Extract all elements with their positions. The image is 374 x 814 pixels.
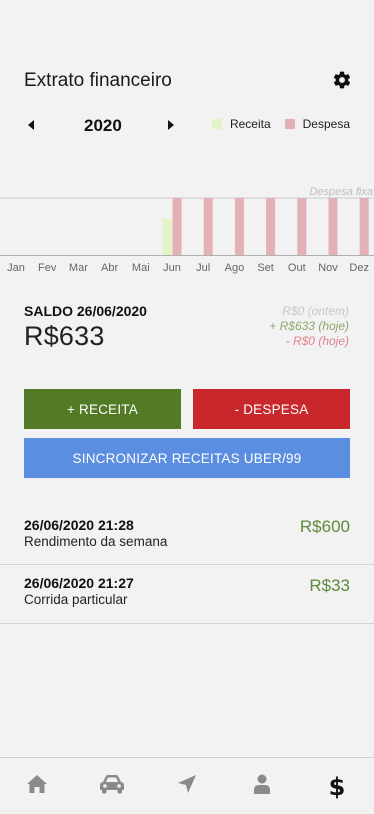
transaction-amount: R$600 bbox=[299, 517, 350, 536]
balance-block: SALDO 26/06/2020 R$633 bbox=[24, 303, 147, 352]
user-icon bbox=[253, 774, 271, 799]
nav-car[interactable] bbox=[75, 758, 149, 814]
home-icon bbox=[26, 774, 48, 799]
month-tick-label: Out bbox=[288, 262, 306, 274]
monthly-chart-svg: Despesa fixa Jan Fev Mar Abr Mai Jun Jul Ago Set O… bbox=[0, 186, 374, 274]
caret-right-icon[interactable] bbox=[164, 118, 178, 132]
income-bar bbox=[162, 218, 172, 255]
balance-label: SALDO 26/06/2020 bbox=[24, 303, 147, 319]
balance-breakdown: R$0 (ontem) + R$633 (hoje) - R$0 (hoje) bbox=[269, 304, 349, 349]
expense-bar bbox=[297, 198, 307, 255]
expense-bar bbox=[203, 198, 213, 255]
caret-left-icon[interactable] bbox=[24, 118, 38, 132]
location-arrow-icon bbox=[177, 774, 197, 799]
sync-uber-button[interactable]: SINCRONIZAR RECEITAS UBER/99 bbox=[24, 438, 350, 478]
transaction-description: Corrida particular bbox=[24, 592, 128, 607]
nav-home[interactable] bbox=[0, 758, 74, 814]
legend-income: Receita bbox=[211, 117, 271, 131]
gear-icon[interactable] bbox=[332, 70, 352, 90]
nav-navigation[interactable] bbox=[150, 758, 224, 814]
bottom-navigation: $ bbox=[0, 757, 374, 814]
month-tick-label: Mai bbox=[132, 262, 150, 274]
legend-expense: Despesa bbox=[284, 117, 350, 131]
nav-profile[interactable] bbox=[225, 758, 299, 814]
month-tick-label: Jul bbox=[196, 262, 210, 274]
month-tick-label: Jan bbox=[7, 262, 25, 274]
nav-finance[interactable]: $ bbox=[300, 758, 374, 814]
month-tick-label: Nov bbox=[318, 262, 338, 274]
expense-today: - R$0 (hoje) bbox=[285, 334, 349, 348]
page-title: Extrato financeiro bbox=[24, 70, 172, 91]
transaction-datetime: 26/06/2020 21:28 bbox=[24, 517, 134, 533]
dollar-icon: $ bbox=[328, 772, 346, 801]
transaction-item[interactable]: 26/06/2020 21:27 Corrida particular R$33 bbox=[0, 564, 374, 624]
expense-bar bbox=[172, 198, 182, 255]
transaction-datetime: 26/06/2020 21:27 bbox=[24, 575, 134, 591]
year-navigator: 2020 bbox=[24, 114, 184, 136]
balance-value: R$633 bbox=[24, 321, 105, 351]
car-icon bbox=[98, 773, 126, 800]
legend-income-label: Receita bbox=[229, 117, 271, 131]
month-tick-label: Ago bbox=[225, 262, 245, 274]
transaction-item[interactable]: 26/06/2020 21:28 Rendimento da semana R$… bbox=[0, 505, 374, 565]
transaction-amount: R$33 bbox=[309, 576, 350, 595]
expense-bar bbox=[266, 198, 276, 255]
legend-expense-swatch bbox=[284, 119, 295, 129]
fixed-expense-label: Despesa fixa bbox=[309, 186, 373, 198]
header: Extrato financeiro bbox=[24, 68, 352, 94]
income-today: + R$633 (hoje) bbox=[269, 319, 349, 333]
year-label: 2020 bbox=[84, 116, 122, 135]
month-tick-label: Abr bbox=[101, 262, 118, 274]
expense-bar bbox=[234, 198, 244, 255]
expense-bar bbox=[359, 198, 369, 255]
add-income-button[interactable]: + RECEITA bbox=[24, 389, 181, 429]
month-tick-label: Set bbox=[257, 262, 274, 274]
monthly-chart: Despesa fixa Jan Fev Mar Abr Mai Jun Jul Ago Set O… bbox=[0, 180, 374, 280]
month-tick-label: Mar bbox=[69, 262, 88, 274]
month-tick-label: Dez bbox=[349, 262, 369, 274]
add-expense-button[interactable]: - DESPESA bbox=[193, 389, 350, 429]
chart-legend: Receita Despesa bbox=[198, 117, 350, 131]
transaction-description: Rendimento da semana bbox=[24, 534, 168, 549]
balance-yesterday: R$0 (ontem) bbox=[282, 304, 349, 318]
month-tick-label: Fev bbox=[38, 262, 57, 274]
legend-expense-label: Despesa bbox=[302, 117, 350, 131]
month-tick-label: Jun bbox=[163, 262, 181, 274]
legend-income-swatch bbox=[211, 119, 222, 129]
expense-bar bbox=[328, 198, 338, 255]
